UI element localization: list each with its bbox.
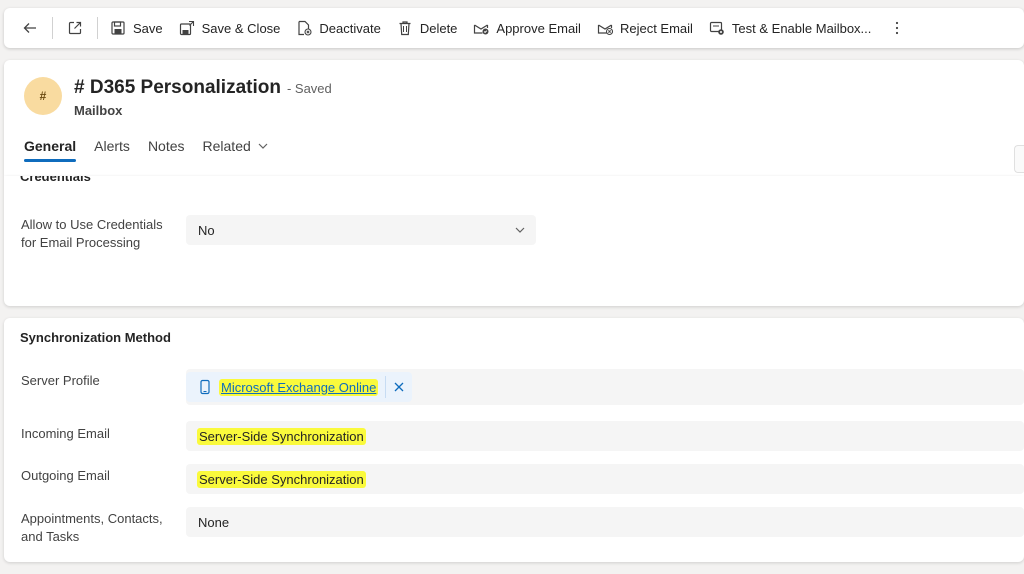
chevron-down-icon — [257, 140, 269, 152]
delete-label: Delete — [419, 20, 458, 36]
appointments-field[interactable]: None — [186, 507, 1024, 537]
chevron-down-icon — [514, 224, 526, 236]
save-close-icon — [179, 20, 195, 36]
page-title: # D365 Personalization — [74, 77, 281, 98]
side-panel-handle[interactable] — [1014, 145, 1024, 173]
mail-checkmark-icon — [473, 20, 489, 36]
save-icon — [110, 20, 126, 36]
allow-credentials-label: Allow to Use Credentials for Email Proce… — [21, 217, 163, 250]
appointments-value: None — [198, 514, 230, 530]
approve-email-label: Approve Email — [496, 20, 581, 36]
avatar: # — [24, 77, 62, 115]
server-profile-link[interactable]: Microsoft Exchange Online — [220, 379, 378, 395]
divider — [52, 17, 53, 39]
save-status: - Saved — [286, 81, 332, 96]
open-new-window-button[interactable] — [57, 12, 93, 44]
divider — [97, 17, 98, 39]
record-title-row: # D365 Personalization - Saved — [74, 77, 332, 99]
reject-email-button[interactable]: Reject Email — [589, 12, 701, 44]
tab-related-label: Related — [202, 138, 251, 154]
arrow-left-icon — [22, 20, 38, 36]
more-commands-button[interactable] — [879, 12, 915, 44]
mobile-device-icon — [198, 379, 212, 395]
appointments-label: Appointments, Contacts, and Tasks — [21, 511, 163, 544]
approve-email-button[interactable]: Approve Email — [465, 12, 589, 44]
save-close-button[interactable]: Save & Close — [171, 12, 289, 44]
test-enable-label: Test & Enable Mailbox... — [731, 20, 872, 36]
back-button[interactable] — [12, 12, 48, 44]
allow-credentials-select[interactable]: No — [186, 215, 536, 245]
credentials-section: Credentials Allow to Use Credentials for… — [4, 176, 1024, 306]
close-icon — [394, 382, 404, 392]
outgoing-email-field[interactable]: Server-Side Synchronization — [186, 464, 1024, 494]
deactivate-label: Deactivate — [319, 20, 381, 36]
save-close-label: Save & Close — [201, 20, 281, 36]
outgoing-email-label: Outgoing Email — [21, 468, 110, 483]
trash-icon — [397, 20, 413, 36]
section-title: Synchronization Method — [20, 330, 171, 345]
remove-lookup-button[interactable] — [386, 372, 412, 402]
tab-list: General Alerts Notes Related — [24, 136, 287, 166]
tab-general[interactable]: General — [24, 136, 77, 166]
entity-name: Mailbox — [74, 103, 123, 118]
allow-credentials-value: No — [198, 222, 215, 238]
outgoing-email-value: Server-Side Synchronization — [198, 471, 365, 487]
server-profile-lookup-chip: Microsoft Exchange Online — [186, 372, 413, 402]
tab-notes[interactable]: Notes — [148, 136, 185, 166]
more-vertical-icon — [889, 20, 905, 36]
mailbox-settings-icon — [709, 20, 725, 36]
section-title: Credentials — [20, 176, 91, 184]
reject-email-label: Reject Email — [619, 20, 693, 36]
tab-related[interactable]: Related — [203, 136, 269, 166]
server-profile-label: Server Profile — [21, 373, 100, 388]
incoming-email-label: Incoming Email — [21, 426, 110, 441]
command-bar: Save Save & Close Deactivate Delete Appr… — [4, 8, 1024, 48]
test-enable-mailbox-button[interactable]: Test & Enable Mailbox... — [701, 12, 879, 44]
synchronization-method-section: Synchronization Method Server Profile Mi… — [4, 318, 1024, 562]
incoming-email-value: Server-Side Synchronization — [198, 428, 365, 444]
delete-button[interactable]: Delete — [389, 12, 466, 44]
mail-dismiss-icon — [597, 20, 613, 36]
incoming-email-field[interactable]: Server-Side Synchronization — [186, 421, 1024, 451]
deactivate-button[interactable]: Deactivate — [288, 12, 388, 44]
tab-alerts[interactable]: Alerts — [94, 136, 130, 166]
save-button[interactable]: Save — [102, 12, 171, 44]
open-in-new-window-icon — [67, 20, 83, 36]
server-profile-field: Microsoft Exchange Online — [186, 369, 1024, 405]
record-header: # # D365 Personalization - Saved Mailbox… — [4, 60, 1024, 176]
save-label: Save — [133, 20, 163, 36]
document-dismiss-icon — [296, 20, 312, 36]
